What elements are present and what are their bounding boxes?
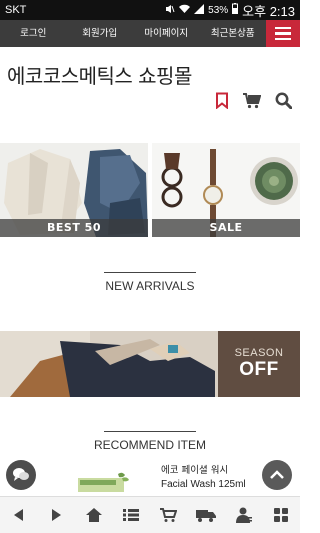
product-name-en: Facial Wash 125ml (161, 479, 246, 490)
bottom-toolbar (0, 496, 300, 533)
cart-icon[interactable] (243, 92, 261, 109)
wifi-icon (179, 4, 191, 17)
recommend-title: RECOMMEND ITEM (94, 438, 206, 452)
mute-icon (165, 4, 175, 17)
header-tools (215, 92, 292, 109)
product-name-ko: 에코 페이셜 워시 (161, 465, 229, 476)
nav-mypage[interactable]: 마이페이지 (133, 20, 200, 47)
home-icon[interactable] (80, 501, 108, 529)
carrier-label: SKT (5, 4, 27, 16)
chat-icon (13, 468, 29, 481)
new-arrivals-title: NEW ARRIVALS (105, 279, 195, 293)
forward-arrow-icon[interactable] (42, 501, 70, 529)
season-label: SEASON (234, 347, 284, 359)
signal-icon (194, 3, 205, 17)
bookmark-icon[interactable] (215, 92, 229, 109)
nav-signup[interactable]: 회원가입 (67, 20, 134, 47)
battery-icon (232, 3, 239, 17)
top-nav: 로그인 회원가입 마이페이지 최근본상품 (0, 20, 300, 47)
recommend-heading: RECOMMEND ITEM (0, 431, 300, 452)
new-arrivals-heading: NEW ARRIVALS (0, 272, 300, 293)
product-name[interactable]: 에코 페이셜 워시 Facial Wash 125ml (161, 464, 246, 492)
sale-banner[interactable]: SALE (152, 143, 300, 237)
cart-icon[interactable] (155, 501, 183, 529)
grid-icon[interactable] (267, 501, 295, 529)
sale-label: SALE (152, 219, 300, 237)
product-thumbnail[interactable] (78, 472, 130, 492)
search-icon[interactable] (275, 92, 292, 109)
chat-button[interactable] (6, 460, 36, 490)
nav-login[interactable]: 로그인 (0, 20, 67, 47)
battery-percent: 53% (208, 4, 229, 16)
nav-recently-viewed[interactable]: 최근본상품 (200, 20, 267, 47)
status-bar: SKT 53% 오후 2:13 (0, 0, 300, 20)
hamburger-menu-icon[interactable] (266, 20, 300, 47)
clock: 오후 2:13 (242, 3, 295, 19)
best50-banner[interactable]: BEST 50 (0, 143, 148, 237)
new-arrivals-divider (104, 272, 196, 273)
season-off-banner[interactable]: SEASON OFF (0, 331, 300, 397)
best50-label: BEST 50 (0, 219, 148, 237)
recommend-divider (104, 431, 196, 432)
shop-title[interactable]: 에코코스메틱스 쇼핑몰 (7, 60, 192, 89)
scroll-top-button[interactable] (262, 460, 292, 490)
list-icon[interactable] (117, 501, 145, 529)
back-arrow-icon[interactable] (5, 501, 33, 529)
delivery-truck-icon[interactable] (192, 501, 220, 529)
off-label: OFF (239, 359, 279, 380)
member-icon[interactable] (230, 501, 258, 529)
chevron-up-icon (270, 470, 284, 479)
season-text: SEASON OFF (218, 331, 300, 397)
